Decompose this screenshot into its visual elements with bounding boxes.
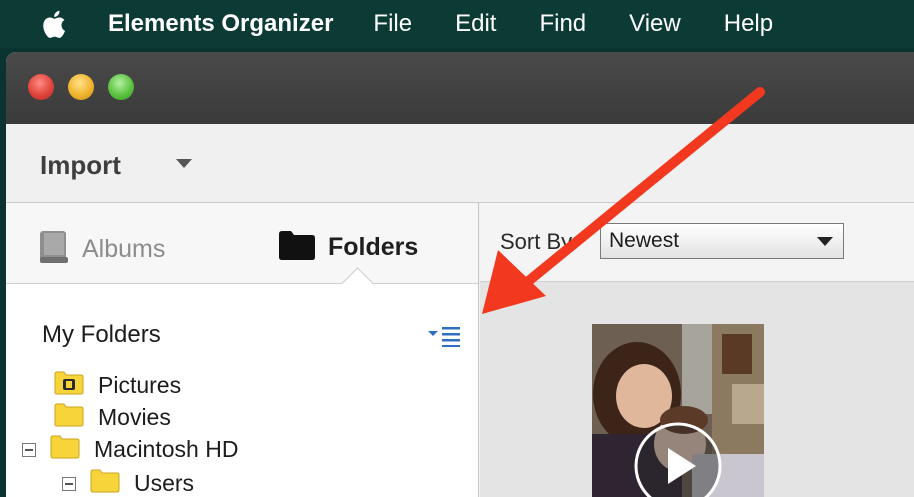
tab-albums[interactable]: Albums: [38, 229, 165, 270]
tree-item-label: Movies: [98, 404, 171, 430]
minimize-window-button[interactable]: [68, 74, 94, 100]
collapse-toggle-icon[interactable]: [22, 442, 36, 457]
media-browser: Sort By: Newest: [480, 203, 914, 497]
menu-file[interactable]: File: [373, 10, 412, 38]
tree-item-pictures[interactable]: Pictures: [54, 371, 181, 400]
sort-by-select[interactable]: Newest: [600, 223, 844, 259]
sort-by-value: Newest: [609, 229, 680, 252]
menu-bar: Elements Organizer File Edit Find View H…: [0, 0, 914, 48]
folder-icon: [90, 469, 120, 497]
import-dropdown-icon[interactable]: [176, 159, 192, 168]
sort-bar: Sort By: Newest: [480, 203, 914, 282]
pictures-folder-icon: [54, 371, 84, 400]
tab-albums-label: Albums: [82, 235, 166, 263]
menu-edit[interactable]: Edit: [455, 10, 496, 38]
title-bar: [6, 52, 914, 124]
left-panel: Albums Folders My Folders Pictures Movie…: [6, 203, 479, 497]
folder-icon: [278, 229, 316, 266]
sort-by-label: Sort By:: [500, 229, 579, 254]
my-folders-heading: My Folders: [42, 321, 161, 348]
tree-item-movies[interactable]: Movies: [54, 403, 171, 432]
tree-item-macintosh-hd[interactable]: Macintosh HD: [22, 435, 238, 464]
toolbar: Import: [6, 124, 914, 203]
close-window-button[interactable]: [28, 74, 54, 100]
active-tab-pointer: [341, 267, 374, 300]
menu-app-name[interactable]: Elements Organizer: [108, 10, 333, 38]
tree-item-label: Macintosh HD: [94, 436, 239, 462]
collapse-toggle-icon[interactable]: [62, 476, 76, 491]
folder-icon: [54, 403, 84, 432]
app-window: Import Albums Folders My Folders Picture…: [6, 52, 914, 497]
tree-item-users[interactable]: Users: [62, 469, 194, 497]
video-thumbnail[interactable]: [592, 324, 764, 497]
import-button[interactable]: Import: [40, 150, 121, 181]
tab-folders[interactable]: Folders: [278, 229, 418, 266]
tree-item-label: Users: [134, 470, 195, 496]
menu-view[interactable]: View: [629, 10, 681, 38]
menu-help[interactable]: Help: [724, 10, 773, 38]
view-options-icon[interactable]: [428, 325, 462, 352]
apple-icon[interactable]: [38, 8, 68, 40]
albums-icon: [38, 229, 70, 270]
tree-item-label: Pictures: [98, 372, 182, 398]
tab-folders-label: Folders: [328, 233, 419, 261]
folder-icon: [50, 435, 80, 464]
zoom-window-button[interactable]: [108, 74, 134, 100]
chevron-down-icon: [817, 237, 833, 246]
panel-tabs: Albums Folders: [6, 203, 478, 300]
menu-find[interactable]: Find: [539, 10, 586, 38]
